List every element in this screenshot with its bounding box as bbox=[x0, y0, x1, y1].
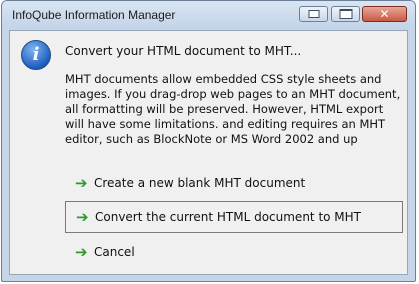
command-label: Convert the current HTML document to MHT bbox=[95, 210, 362, 224]
close-icon: ✕ bbox=[379, 7, 390, 21]
command-label: Create a new blank MHT document bbox=[94, 176, 306, 190]
cancel-button[interactable]: ➔ Cancel bbox=[65, 237, 403, 269]
dialog-window: InfoQube Information Manager ✕ i Convert… bbox=[1, 0, 416, 282]
window-title: InfoQube Information Manager bbox=[12, 8, 176, 22]
dialog-body: i Convert your HTML document to MHT... M… bbox=[9, 30, 408, 275]
create-new-mht-button[interactable]: ➔ Create a new blank MHT document bbox=[65, 168, 403, 200]
maximize-button[interactable] bbox=[331, 6, 360, 22]
close-button[interactable]: ✕ bbox=[362, 6, 407, 22]
dialog-description: MHT documents allow embedded CSS style s… bbox=[65, 72, 401, 146]
info-icon: i bbox=[21, 40, 51, 70]
title-bar[interactable]: InfoQube Information Manager ✕ bbox=[2, 1, 415, 29]
dialog-heading: Convert your HTML document to MHT... bbox=[65, 44, 302, 58]
convert-to-mht-button[interactable]: ➔ Convert the current HTML document to M… bbox=[65, 201, 403, 233]
green-arrow-icon: ➔ bbox=[76, 208, 89, 226]
command-label: Cancel bbox=[94, 245, 135, 259]
minimize-button[interactable] bbox=[299, 6, 328, 22]
maximize-icon bbox=[339, 9, 352, 19]
green-arrow-icon: ➔ bbox=[75, 174, 88, 192]
minimize-icon bbox=[308, 10, 319, 18]
green-arrow-icon: ➔ bbox=[75, 243, 88, 261]
